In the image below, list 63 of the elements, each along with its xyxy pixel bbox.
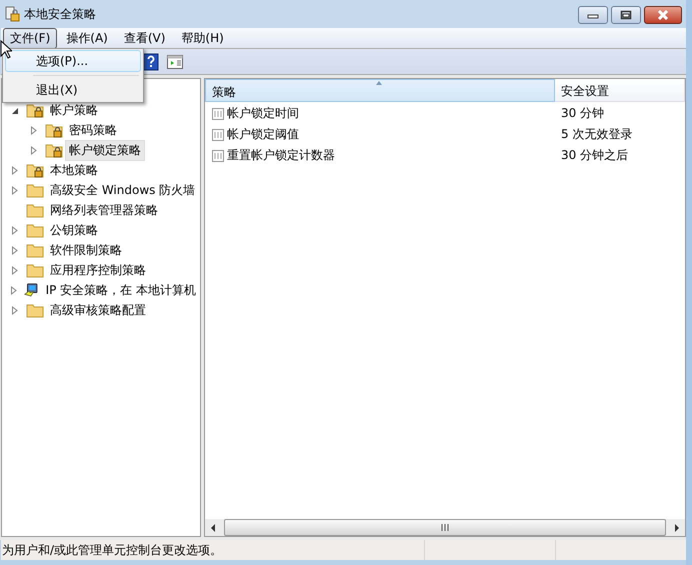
tree-item[interactable]: IP 安全策略，在 本地计算机 (42, 280, 200, 300)
tree-item[interactable]: 本地策略 (46, 160, 102, 180)
menu-item[interactable]: 帮助(H) (174, 28, 231, 48)
expand-arrow-icon[interactable] (30, 146, 38, 154)
policy-icon (211, 128, 225, 142)
expand-arrow-icon[interactable] (11, 166, 19, 174)
help-icon[interactable] (143, 52, 159, 70)
menu-item[interactable]: 操作(A) (59, 28, 115, 48)
tree-item[interactable]: 公钥策略 (46, 220, 102, 240)
folder-icon (26, 242, 44, 258)
menu-item[interactable]: 文件(F) (3, 28, 58, 48)
folder-icon (26, 182, 44, 198)
folder-icon (26, 222, 44, 238)
tree-item[interactable]: 网络列表管理器策略 (46, 200, 162, 220)
locked-folder-icon (45, 142, 63, 158)
expand-arrow-icon[interactable] (10, 286, 18, 294)
expand-arrow-icon[interactable] (11, 186, 19, 194)
status-text: 为用户和/或此管理单元控制台更改选项。 (1, 542, 224, 558)
minimize-button[interactable] (578, 6, 608, 24)
locked-folder-icon (26, 162, 44, 178)
table-cell: 30 分钟之后 (561, 147, 628, 164)
column-header[interactable]: 策略 (205, 79, 555, 102)
grip-icon (441, 524, 449, 531)
scroll-right-icon[interactable] (674, 524, 680, 532)
maximize-button[interactable] (611, 6, 641, 24)
expand-arrow-icon[interactable] (11, 246, 19, 254)
folder-icon (26, 202, 44, 218)
expand-arrow-icon[interactable] (11, 266, 19, 274)
menu-item[interactable]: 退出(X) (5, 79, 141, 101)
tree-item[interactable]: 帐户策略 (46, 100, 102, 120)
column-header[interactable]: 安全设置 (555, 79, 685, 102)
tree-item[interactable]: 应用程序控制策略 (46, 260, 150, 280)
tree-item[interactable]: 软件限制策略 (46, 240, 126, 260)
app-icon (4, 6, 20, 22)
computer-icon (24, 282, 40, 298)
scroll-left-icon[interactable] (210, 524, 216, 532)
tree-item[interactable]: 帐户锁定策略 (65, 140, 145, 160)
tree-item[interactable]: 高级审核策略配置 (46, 300, 150, 320)
tree-item[interactable]: 高级安全 Windows 防火墙 (46, 180, 200, 200)
mouse-cursor-icon (0, 40, 12, 59)
table-cell: 5 次无效登录 (561, 126, 632, 143)
menu-item[interactable]: 选项(P)... (5, 50, 141, 72)
policy-icon (211, 106, 225, 120)
folder-icon (26, 302, 44, 318)
menu-item[interactable]: 查看(V) (116, 28, 172, 48)
window-title: 本地安全策略 (24, 6, 97, 22)
close-icon (656, 10, 670, 20)
restore-icon (620, 10, 632, 20)
expand-arrow-icon[interactable] (30, 126, 38, 134)
collapse-arrow-icon[interactable] (11, 106, 19, 114)
expand-arrow-icon[interactable] (11, 306, 19, 314)
tree-item[interactable]: 密码策略 (65, 120, 121, 140)
table-cell: 帐户锁定阈值 (227, 126, 299, 143)
close-button[interactable] (644, 6, 682, 24)
locked-folder-icon (45, 122, 63, 138)
panel-icon[interactable] (167, 54, 183, 68)
expand-arrow-icon[interactable] (11, 226, 19, 234)
folder-icon (26, 262, 44, 278)
policy-icon (211, 148, 225, 162)
locked-folder-icon (26, 102, 44, 118)
table-cell: 重置帐户锁定计数器 (227, 147, 335, 164)
table-cell: 30 分钟 (561, 105, 604, 122)
table-cell: 帐户锁定时间 (227, 105, 299, 122)
